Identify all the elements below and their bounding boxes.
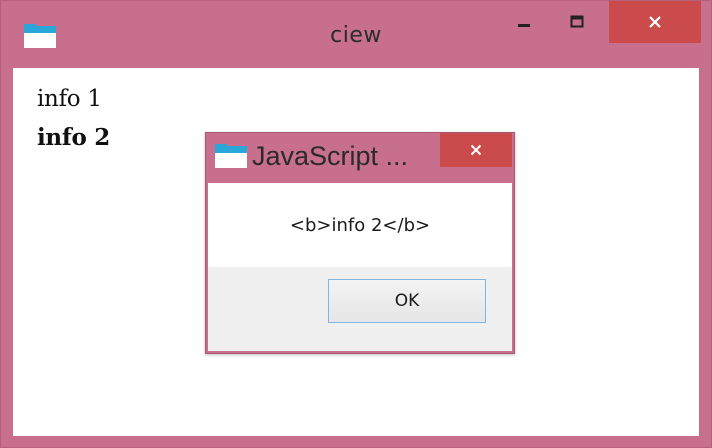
info-line-1: info 1 <box>37 86 102 112</box>
minimize-button[interactable] <box>501 1 547 43</box>
close-button[interactable] <box>609 1 701 43</box>
close-icon <box>470 144 482 156</box>
window-title: ciew <box>330 23 382 48</box>
ok-button[interactable]: OK <box>328 279 486 323</box>
info-line-2: info 2 <box>37 124 110 151</box>
maximize-button[interactable] <box>554 1 600 43</box>
title-bar[interactable]: ciew <box>1 1 711 65</box>
folder-window-icon <box>215 144 247 168</box>
minimize-icon <box>518 24 530 27</box>
dialog-footer: OK <box>208 267 512 351</box>
dialog-message: <b>info 2</b> <box>289 215 431 236</box>
close-icon <box>649 16 661 28</box>
alert-dialog: JavaScript ... <b>info 2</b> OK <box>205 132 515 354</box>
dialog-title: JavaScript ... <box>252 141 409 171</box>
dialog-close-button[interactable] <box>440 133 512 167</box>
maximize-icon <box>570 15 584 28</box>
dialog-body: <b>info 2</b> <box>208 183 512 267</box>
